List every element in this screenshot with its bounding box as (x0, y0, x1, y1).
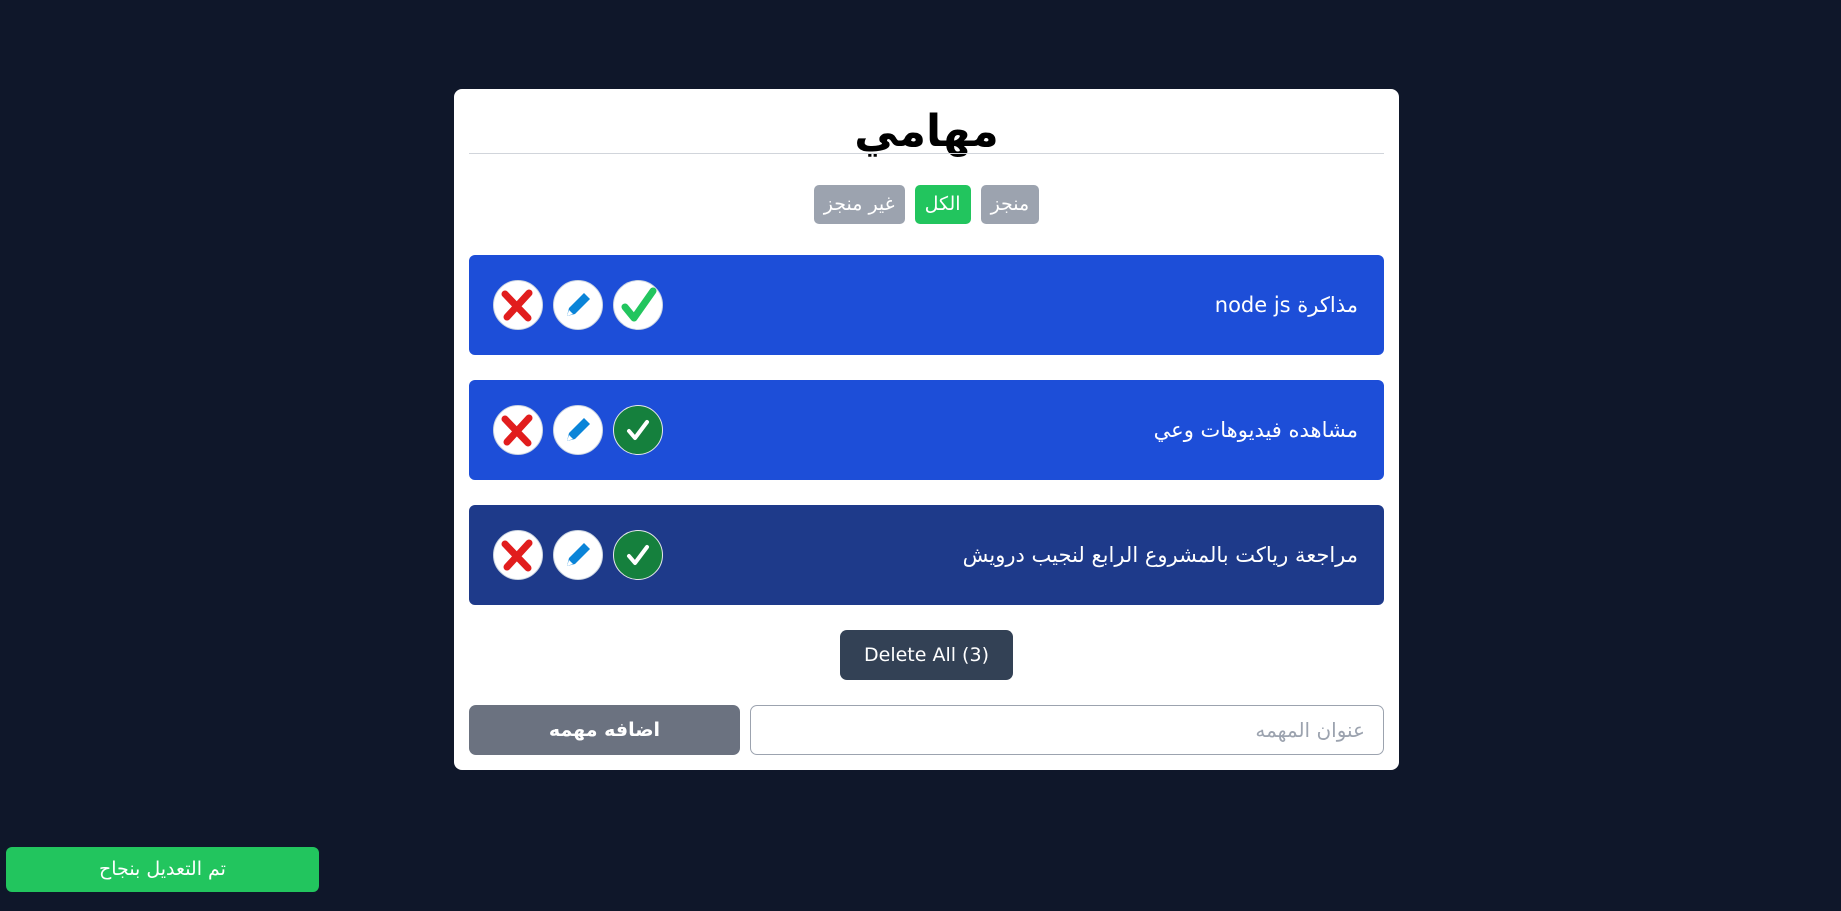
close-icon (501, 414, 533, 447)
filter-bar: منجز الكل غير منجز (454, 185, 1399, 224)
add-task-row: اضافه مهمه (469, 705, 1384, 755)
task-item: مذاكرة node js (469, 255, 1384, 355)
filter-done-button[interactable]: منجز (980, 185, 1040, 224)
pencil-icon (567, 418, 590, 441)
edit-task-button[interactable] (553, 405, 603, 455)
edit-task-button[interactable] (553, 530, 603, 580)
close-icon (501, 289, 533, 322)
title-divider (469, 153, 1384, 154)
delete-task-button[interactable] (493, 530, 543, 580)
task-title: مراجعة رياكت بالمشروع الرابع لنجيب درويش (962, 543, 1358, 567)
add-task-button[interactable]: اضافه مهمه (469, 705, 740, 755)
task-title: مذاكرة node js (1214, 293, 1358, 317)
complete-task-button[interactable] (613, 405, 663, 455)
task-actions (493, 280, 663, 330)
task-item: مراجعة رياكت بالمشروع الرابع لنجيب درويش (469, 505, 1384, 605)
delete-task-button[interactable] (493, 280, 543, 330)
todo-card: مهامي منجز الكل غير منجز مذاكرة node js (454, 89, 1399, 770)
close-icon (501, 539, 533, 572)
delete-all-button[interactable]: Delete All (3) (840, 630, 1013, 680)
delete-task-button[interactable] (493, 405, 543, 455)
task-actions (493, 530, 663, 580)
edit-task-button[interactable] (553, 280, 603, 330)
complete-task-button[interactable] (613, 280, 663, 330)
task-actions (493, 405, 663, 455)
pencil-icon (567, 293, 590, 316)
success-toast: تم التعديل بنجاح (6, 847, 319, 892)
task-title: مشاهده فيديوهات وعي (1153, 418, 1358, 442)
pencil-icon (567, 543, 590, 566)
filter-undone-button[interactable]: غير منجز (813, 185, 905, 224)
task-title-input[interactable] (750, 705, 1384, 755)
task-list: مذاكرة node js مشاهده فيديوهات وعي مراجع… (469, 255, 1384, 630)
check-icon (627, 545, 649, 565)
task-item: مشاهده فيديوهات وعي (469, 380, 1384, 480)
check-icon (627, 420, 649, 440)
page-title: مهامي (854, 106, 999, 157)
filter-all-button[interactable]: الكل (914, 185, 971, 224)
check-icon (621, 287, 657, 322)
complete-task-button[interactable] (613, 530, 663, 580)
